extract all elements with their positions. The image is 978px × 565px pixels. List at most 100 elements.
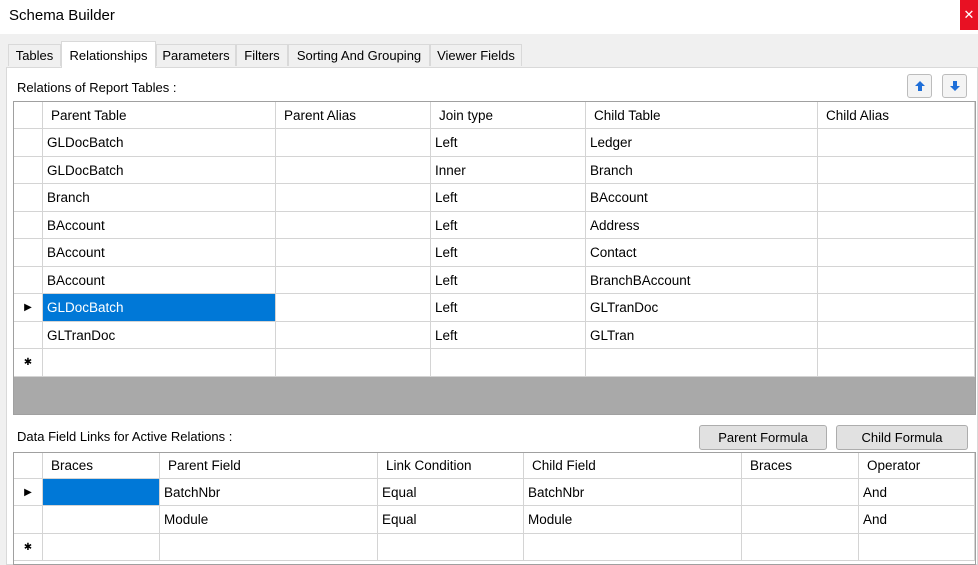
column-header-operator[interactable]: Operator (859, 453, 975, 479)
row-header[interactable] (14, 322, 43, 349)
column-header-child-alias[interactable]: Child Alias (818, 102, 975, 129)
parent-table-cell[interactable]: BAccount (43, 267, 276, 294)
parent-alias-cell[interactable] (276, 239, 431, 267)
child-field-cell[interactable]: BatchNbr (524, 479, 742, 506)
parent-alias-cell[interactable] (276, 184, 431, 212)
child-alias-cell[interactable] (818, 157, 975, 184)
child-table-cell[interactable]: Contact (586, 239, 818, 267)
tab-parameters[interactable]: Parameters (156, 44, 236, 66)
row-header[interactable] (14, 157, 43, 184)
tab-viewer-fields[interactable]: Viewer Fields (430, 44, 522, 66)
child-table-cell[interactable]: GLTranDoc (586, 294, 818, 322)
join-type-cell[interactable]: Left (431, 212, 586, 239)
tab-filters[interactable]: Filters (236, 44, 288, 66)
column-header-link-condition[interactable]: Link Condition (378, 453, 524, 479)
row-header[interactable] (14, 506, 43, 534)
column-header-parent-alias[interactable]: Parent Alias (276, 102, 431, 129)
parent-table-cell[interactable]: GLTranDoc (43, 322, 276, 349)
child-table-cell[interactable]: Ledger (586, 129, 818, 157)
tab-sorting-and-grouping[interactable]: Sorting And Grouping (288, 44, 430, 66)
link-condition-cell[interactable]: Equal (378, 479, 524, 506)
parent-alias-cell[interactable] (276, 157, 431, 184)
child-table-cell[interactable]: GLTran (586, 322, 818, 349)
parent-field-cell[interactable]: Module (160, 506, 378, 534)
grid-corner (14, 102, 43, 129)
row-header[interactable] (14, 212, 43, 239)
current-row-indicator-icon: ▶ (24, 486, 32, 498)
child-table-cell[interactable] (586, 349, 818, 377)
parent-table-cell[interactable]: Branch (43, 184, 276, 212)
braces-open-cell[interactable] (43, 534, 160, 561)
child-table-cell[interactable]: BAccount (586, 184, 818, 212)
column-header-braces-close[interactable]: Braces (742, 453, 859, 479)
parent-table-cell-selected[interactable]: GLDocBatch (43, 294, 276, 322)
row-header[interactable]: ✱ (14, 349, 43, 377)
parent-table-cell[interactable]: GLDocBatch (43, 129, 276, 157)
row-header[interactable] (14, 184, 43, 212)
join-type-cell[interactable] (431, 349, 586, 377)
braces-close-cell[interactable] (742, 506, 859, 534)
tab-tables[interactable]: Tables (8, 44, 61, 66)
new-row-indicator-icon: ✱ (23, 357, 33, 368)
parent-field-cell[interactable]: BatchNbr (160, 479, 378, 506)
column-header-parent-field[interactable]: Parent Field (160, 453, 378, 479)
child-table-cell[interactable]: Address (586, 212, 818, 239)
tab-relationships[interactable]: Relationships (61, 41, 156, 68)
parent-table-cell[interactable]: GLDocBatch (43, 157, 276, 184)
parent-field-cell[interactable] (160, 534, 378, 561)
row-header[interactable]: ▶ (14, 294, 43, 322)
join-type-cell[interactable]: Left (431, 267, 586, 294)
child-formula-button[interactable]: Child Formula (836, 425, 968, 450)
child-table-cell[interactable]: BranchBAccount (586, 267, 818, 294)
child-table-cell[interactable]: Branch (586, 157, 818, 184)
parent-alias-cell[interactable] (276, 349, 431, 377)
child-alias-cell[interactable] (818, 349, 975, 377)
operator-cell[interactable]: And (859, 479, 975, 506)
row-header[interactable]: ▶ (14, 479, 43, 506)
join-type-cell[interactable]: Left (431, 129, 586, 157)
braces-close-cell[interactable] (742, 479, 859, 506)
join-type-cell[interactable]: Inner (431, 157, 586, 184)
parent-alias-cell[interactable] (276, 129, 431, 157)
child-alias-cell[interactable] (818, 129, 975, 157)
child-alias-cell[interactable] (818, 239, 975, 267)
child-alias-cell[interactable] (818, 322, 975, 349)
row-header[interactable] (14, 129, 43, 157)
join-type-cell[interactable]: Left (431, 239, 586, 267)
braces-open-cell[interactable] (43, 506, 160, 534)
child-alias-cell[interactable] (818, 184, 975, 212)
parent-alias-cell[interactable] (276, 267, 431, 294)
column-header-braces-open[interactable]: Braces (43, 453, 160, 479)
parent-table-cell[interactable]: BAccount (43, 212, 276, 239)
parent-alias-cell[interactable] (276, 212, 431, 239)
parent-table-cell[interactable]: BAccount (43, 239, 276, 267)
column-header-child-table[interactable]: Child Table (586, 102, 818, 129)
row-header[interactable] (14, 267, 43, 294)
link-condition-cell[interactable] (378, 534, 524, 561)
column-header-join-type[interactable]: Join type (431, 102, 586, 129)
close-button[interactable]: ✕ (960, 0, 978, 30)
braces-open-cell-selected[interactable] (43, 479, 160, 506)
row-header[interactable]: ✱ (14, 534, 43, 561)
join-type-cell[interactable]: Left (431, 294, 586, 322)
operator-cell[interactable]: And (859, 506, 975, 534)
child-alias-cell[interactable] (818, 212, 975, 239)
column-header-parent-table[interactable]: Parent Table (43, 102, 276, 129)
child-alias-cell[interactable] (818, 267, 975, 294)
child-alias-cell[interactable] (818, 294, 975, 322)
parent-alias-cell[interactable] (276, 322, 431, 349)
join-type-cell[interactable]: Left (431, 184, 586, 212)
operator-cell[interactable] (859, 534, 975, 561)
parent-table-cell[interactable] (43, 349, 276, 377)
move-up-button[interactable] (907, 74, 932, 98)
child-field-cell[interactable] (524, 534, 742, 561)
braces-close-cell[interactable] (742, 534, 859, 561)
row-header[interactable] (14, 239, 43, 267)
parent-formula-button[interactable]: Parent Formula (699, 425, 827, 450)
join-type-cell[interactable]: Left (431, 322, 586, 349)
move-down-button[interactable] (942, 74, 967, 98)
child-field-cell[interactable]: Module (524, 506, 742, 534)
column-header-child-field[interactable]: Child Field (524, 453, 742, 479)
link-condition-cell[interactable]: Equal (378, 506, 524, 534)
parent-alias-cell[interactable] (276, 294, 431, 322)
